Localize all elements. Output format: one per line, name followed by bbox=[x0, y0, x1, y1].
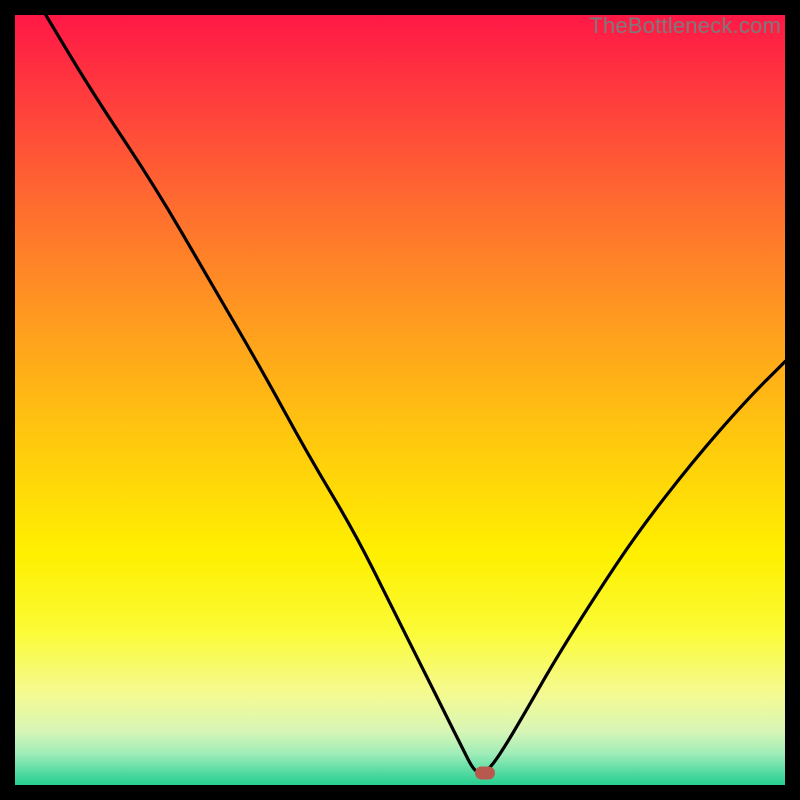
chart-frame: TheBottleneck.com bbox=[15, 15, 785, 785]
optimal-point-marker bbox=[475, 766, 495, 779]
watermark-text: TheBottleneck.com bbox=[589, 13, 781, 39]
bottleneck-chart bbox=[15, 15, 785, 785]
heat-background bbox=[15, 15, 785, 785]
